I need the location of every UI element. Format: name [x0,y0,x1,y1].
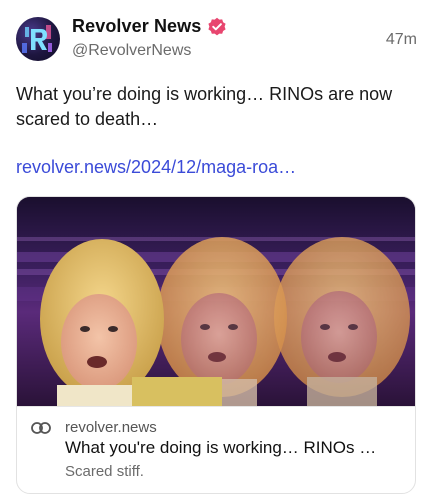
link-preview-description: Scared stiff. [65,463,144,480]
post-text: What you’re doing is working… RINOs are … [16,84,393,129]
link-preview-meta[interactable]: revolver.news What you're doing is worki… [17,406,415,493]
author-row: Revolver News [72,16,227,37]
author-handle[interactable]: @RevolverNews [72,42,191,60]
post-link[interactable]: revolver.news/2024/12/maga-roa… [16,157,296,178]
link-preview-image[interactable] [17,197,415,406]
verified-badge-icon [208,17,226,35]
link-icon [31,422,51,434]
author-name[interactable]: Revolver News [72,16,201,37]
revolver-logo-icon [22,25,52,53]
avatar[interactable] [16,17,60,61]
link-preview-card[interactable]: revolver.news What you're doing is worki… [16,196,416,494]
post-timestamp[interactable]: 47m [386,31,417,49]
post-card[interactable]: Revolver News @RevolverNews 47m What you… [0,0,433,500]
link-preview-domain: revolver.news [65,419,157,436]
link-preview-title: What you're doing is working… RINOs … [65,438,377,457]
